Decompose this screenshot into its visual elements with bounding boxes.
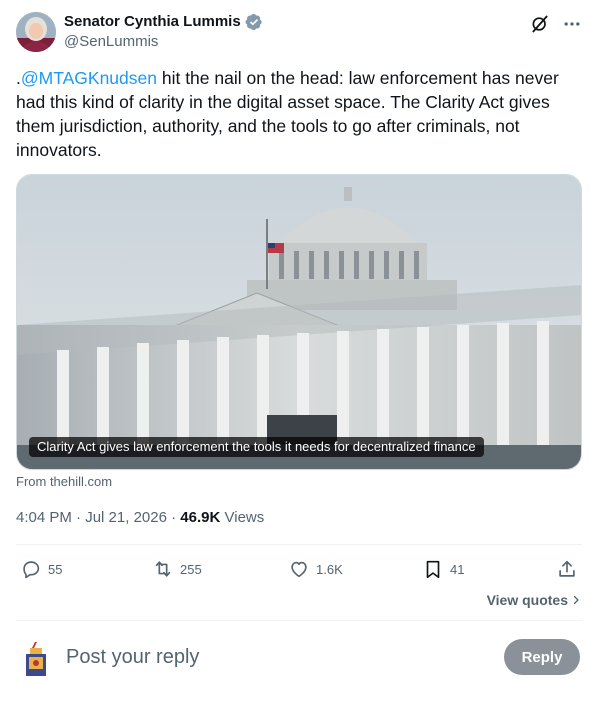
bookmark-count: 41 (450, 561, 465, 577)
verified-badge-icon[interactable] (245, 13, 263, 31)
grok-icon[interactable] (530, 14, 550, 34)
tweet-date[interactable]: Jul 21, 2026 (85, 509, 167, 526)
reply-action[interactable]: 55 (20, 553, 62, 585)
tweet-text: .@MTAGKnudsen hit the nail on the head: … (16, 66, 582, 162)
mention-link[interactable]: @MTAGKnudsen (21, 68, 157, 88)
chevron-right-icon (573, 595, 579, 605)
repost-action[interactable]: 255 (152, 553, 202, 585)
user-avatar[interactable] (20, 640, 52, 676)
repost-count: 255 (180, 561, 202, 577)
header-actions (530, 14, 582, 34)
tweet-meta: 4:04 PM · Jul 21, 2026 · 46.9K Views (16, 508, 264, 528)
meta-separator-2: · (171, 509, 177, 526)
more-options-icon[interactable] (562, 14, 582, 34)
share-action[interactable] (556, 553, 578, 585)
views-label: Views (224, 509, 265, 526)
author-handle[interactable]: @SenLummis (64, 32, 263, 52)
card-source[interactable]: From thehill.com (16, 474, 112, 490)
reply-icon (23, 561, 40, 579)
view-quotes-link[interactable]: View quotes (487, 592, 582, 608)
share-icon (559, 560, 575, 577)
tweet-time[interactable]: 4:04 PM (16, 509, 72, 526)
heart-icon (291, 561, 307, 578)
like-count: 1.6K (316, 561, 343, 577)
action-bar: 55 255 1.6K 41 (16, 553, 582, 585)
author-names: Senator Cynthia Lummis @SenLummis (64, 12, 263, 52)
author-avatar[interactable] (16, 12, 56, 52)
author-display-name-text: Senator Cynthia Lummis (64, 13, 241, 30)
capitol-photo (17, 175, 581, 469)
tweet-header: Senator Cynthia Lummis @SenLummis (16, 12, 582, 54)
reply-composer: Post your reply Reply (16, 636, 582, 680)
views-count: 46.9K (180, 509, 221, 526)
card-caption: Clarity Act gives law enforcement the to… (29, 437, 484, 457)
repost-icon (155, 561, 171, 577)
author-display-name[interactable]: Senator Cynthia Lummis (64, 12, 263, 32)
bookmark-action[interactable]: 41 (422, 553, 464, 585)
reply-button[interactable]: Reply (504, 639, 580, 675)
divider-top (16, 544, 582, 545)
meta-separator: · (76, 509, 82, 526)
view-quotes-label: View quotes (486, 592, 568, 608)
like-action[interactable]: 1.6K (288, 553, 343, 585)
reply-count: 55 (48, 561, 63, 577)
link-card[interactable]: Clarity Act gives law enforcement the to… (16, 174, 582, 470)
divider-bottom (16, 620, 582, 621)
reply-input[interactable]: Post your reply (66, 644, 199, 670)
bookmark-icon (426, 560, 440, 579)
author-avatar-image (16, 12, 56, 52)
